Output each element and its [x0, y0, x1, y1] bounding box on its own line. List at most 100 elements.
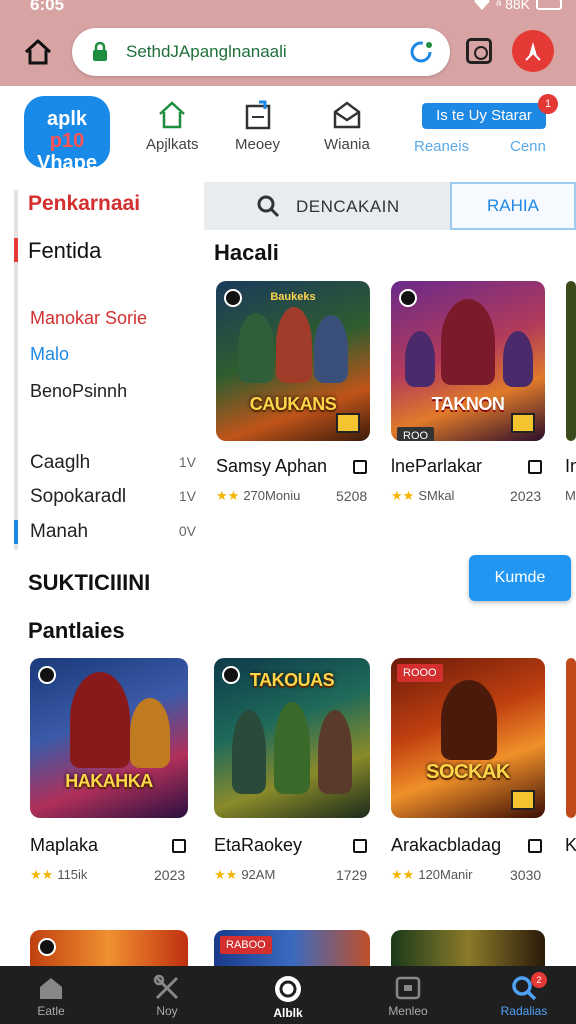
game-edition-badge: [336, 413, 360, 433]
game-card-art[interactable]: [30, 930, 188, 966]
rank-button[interactable]: RAHIA: [450, 182, 576, 230]
sidebar-row-label: Manah: [30, 521, 89, 542]
game-rating: M: [565, 488, 576, 503]
sidebar-row[interactable]: Sopokaradl 1V: [30, 486, 198, 508]
star-icon: ★★: [214, 867, 238, 882]
browser-toolbar: 6:05 ᵃ 88K SethdJApanglnanaali: [0, 0, 576, 86]
nav-apps[interactable]: Apjlkats: [146, 100, 199, 153]
bottom-nav-search[interactable]: 2 Radalias: [479, 972, 569, 1018]
bottom-nav-label: Radalias: [500, 1004, 548, 1018]
game-checkbox[interactable]: [353, 839, 367, 853]
bottom-nav-menu[interactable]: Menleo: [363, 974, 453, 1018]
sidebar-row-label: Caaglh: [30, 452, 91, 473]
battery-icon: [536, 0, 562, 10]
game-rating: ★★ 92AM: [214, 867, 276, 882]
bottom-nav-home[interactable]: Eatle: [6, 974, 96, 1018]
game-tag: ROOO: [397, 664, 443, 682]
signal-text: ᵃ 88K: [495, 0, 530, 12]
game-name[interactable]: In: [565, 456, 576, 477]
sidebar-row[interactable]: Manah 0V: [30, 521, 198, 543]
bottom-nav-tools[interactable]: Noy: [122, 974, 212, 1018]
profile-button[interactable]: [512, 30, 554, 72]
game-name[interactable]: Maplaka: [30, 835, 98, 856]
nav-mail-label: Wiania: [324, 136, 370, 153]
sidebar-row[interactable]: Caaglh 1V: [30, 452, 198, 474]
reload-icon[interactable]: [408, 39, 434, 65]
game-card-art[interactable]: Baukeks CAUKANS: [216, 281, 370, 441]
home-icon: [40, 978, 62, 999]
game-edition-badge: [511, 790, 535, 810]
nav-money[interactable]: Meoey: [235, 100, 280, 153]
sidebar-link-3[interactable]: BenoPsinnh: [30, 381, 127, 402]
cta-button[interactable]: Kumde: [469, 555, 571, 601]
store-button[interactable]: Is te Uy Starar: [422, 103, 546, 129]
game-corner-badge: [38, 938, 56, 956]
logo-line-1: aplk: [46, 108, 88, 130]
game-name[interactable]: K: [565, 835, 576, 856]
sidebar-row-count: 1V: [178, 454, 196, 470]
logo-line-2: p10: [49, 130, 85, 152]
bottom-nav-apk[interactable]: Alblk: [243, 974, 333, 1020]
sidebar-link-1[interactable]: Manokar Sorie: [30, 308, 147, 329]
nav-mail[interactable]: Wiania: [324, 100, 370, 153]
bottom-nav-label: Alblk: [273, 1006, 303, 1020]
nav-apps-label: Apjlkats: [146, 136, 199, 153]
bottom-nav: Eatle Noy Alblk Menleo 2 Radalias: [0, 966, 576, 1024]
sidebar-link-2[interactable]: Malo: [30, 344, 69, 365]
game-card-art[interactable]: [566, 658, 576, 818]
game-card-art[interactable]: TAKOUAS: [214, 658, 370, 818]
url-text: SethdJApanglnanaali: [126, 42, 287, 61]
game-art-title: TAKOUAS: [249, 670, 335, 690]
game-art-title: TAKNON: [431, 394, 505, 414]
game-rating: ★★ 115ik: [30, 867, 88, 882]
game-card-art[interactable]: TAKNON ROO: [391, 281, 545, 441]
bottom-nav-label: Menleo: [388, 1004, 428, 1018]
search-icon: [257, 195, 280, 218]
game-checkbox[interactable]: [353, 460, 367, 474]
game-name[interactable]: EtaRaokey: [214, 835, 302, 856]
game-name[interactable]: Samsy Aphan: [216, 456, 327, 477]
link-cenn[interactable]: Cenn: [510, 138, 546, 155]
link-reviews[interactable]: Reaneis: [414, 138, 469, 155]
star-icon: ★★: [30, 867, 54, 882]
game-edition-badge: [511, 413, 535, 433]
sidebar-selected-marker: [14, 520, 18, 544]
home-icon[interactable]: [22, 36, 54, 68]
game-name[interactable]: lneParlakar: [391, 456, 482, 477]
game-checkbox[interactable]: [528, 839, 542, 853]
game-year: 3030: [510, 867, 542, 883]
game-card-art[interactable]: [566, 281, 576, 441]
notification-badge: 2: [531, 972, 547, 988]
sidebar-active-marker: [14, 238, 18, 262]
game-card-art[interactable]: HAKAHKA: [30, 658, 188, 818]
tabs-button[interactable]: [466, 38, 492, 64]
rocket-icon: [525, 42, 541, 61]
section-title-bottom: Pantlaies: [28, 618, 125, 643]
bottom-nav-label: Eatle: [37, 1004, 65, 1018]
sidebar-row-count: 0V: [178, 523, 196, 539]
logo-line-3: Vhape: [36, 152, 98, 174]
game-year: 2023: [154, 867, 186, 883]
game-year: 1729: [336, 867, 368, 883]
tools-icon: [153, 974, 179, 1000]
mail-icon: [333, 101, 361, 129]
game-card-art[interactable]: RABOO: [214, 930, 370, 966]
game-art-title: SOCKAK: [426, 761, 510, 783]
sidebar-subtitle[interactable]: Fentida: [28, 238, 101, 264]
url-bar[interactable]: SethdJApanglnanaali: [72, 28, 450, 76]
game-checkbox[interactable]: [528, 460, 542, 474]
app-circle-icon: [275, 976, 301, 1002]
game-card-art[interactable]: [391, 930, 545, 966]
star-icon: ★★: [216, 488, 240, 503]
game-tag: ROO: [397, 427, 435, 441]
game-name[interactable]: Arakacbladag: [391, 835, 501, 856]
tablet-icon: [395, 976, 421, 1000]
app-logo[interactable]: aplk p10 Vhape: [24, 96, 110, 174]
bottom-nav-label: Noy: [156, 1004, 178, 1018]
game-corner-badge: [399, 289, 417, 307]
game-checkbox[interactable]: [172, 839, 186, 853]
game-rating: ★★ SMkal: [391, 488, 455, 503]
game-card-art[interactable]: ROOO SOCKAK: [391, 658, 545, 818]
sidebar-row-label: Sopokaradl: [30, 486, 127, 507]
status-time: 6:05: [30, 0, 65, 14]
